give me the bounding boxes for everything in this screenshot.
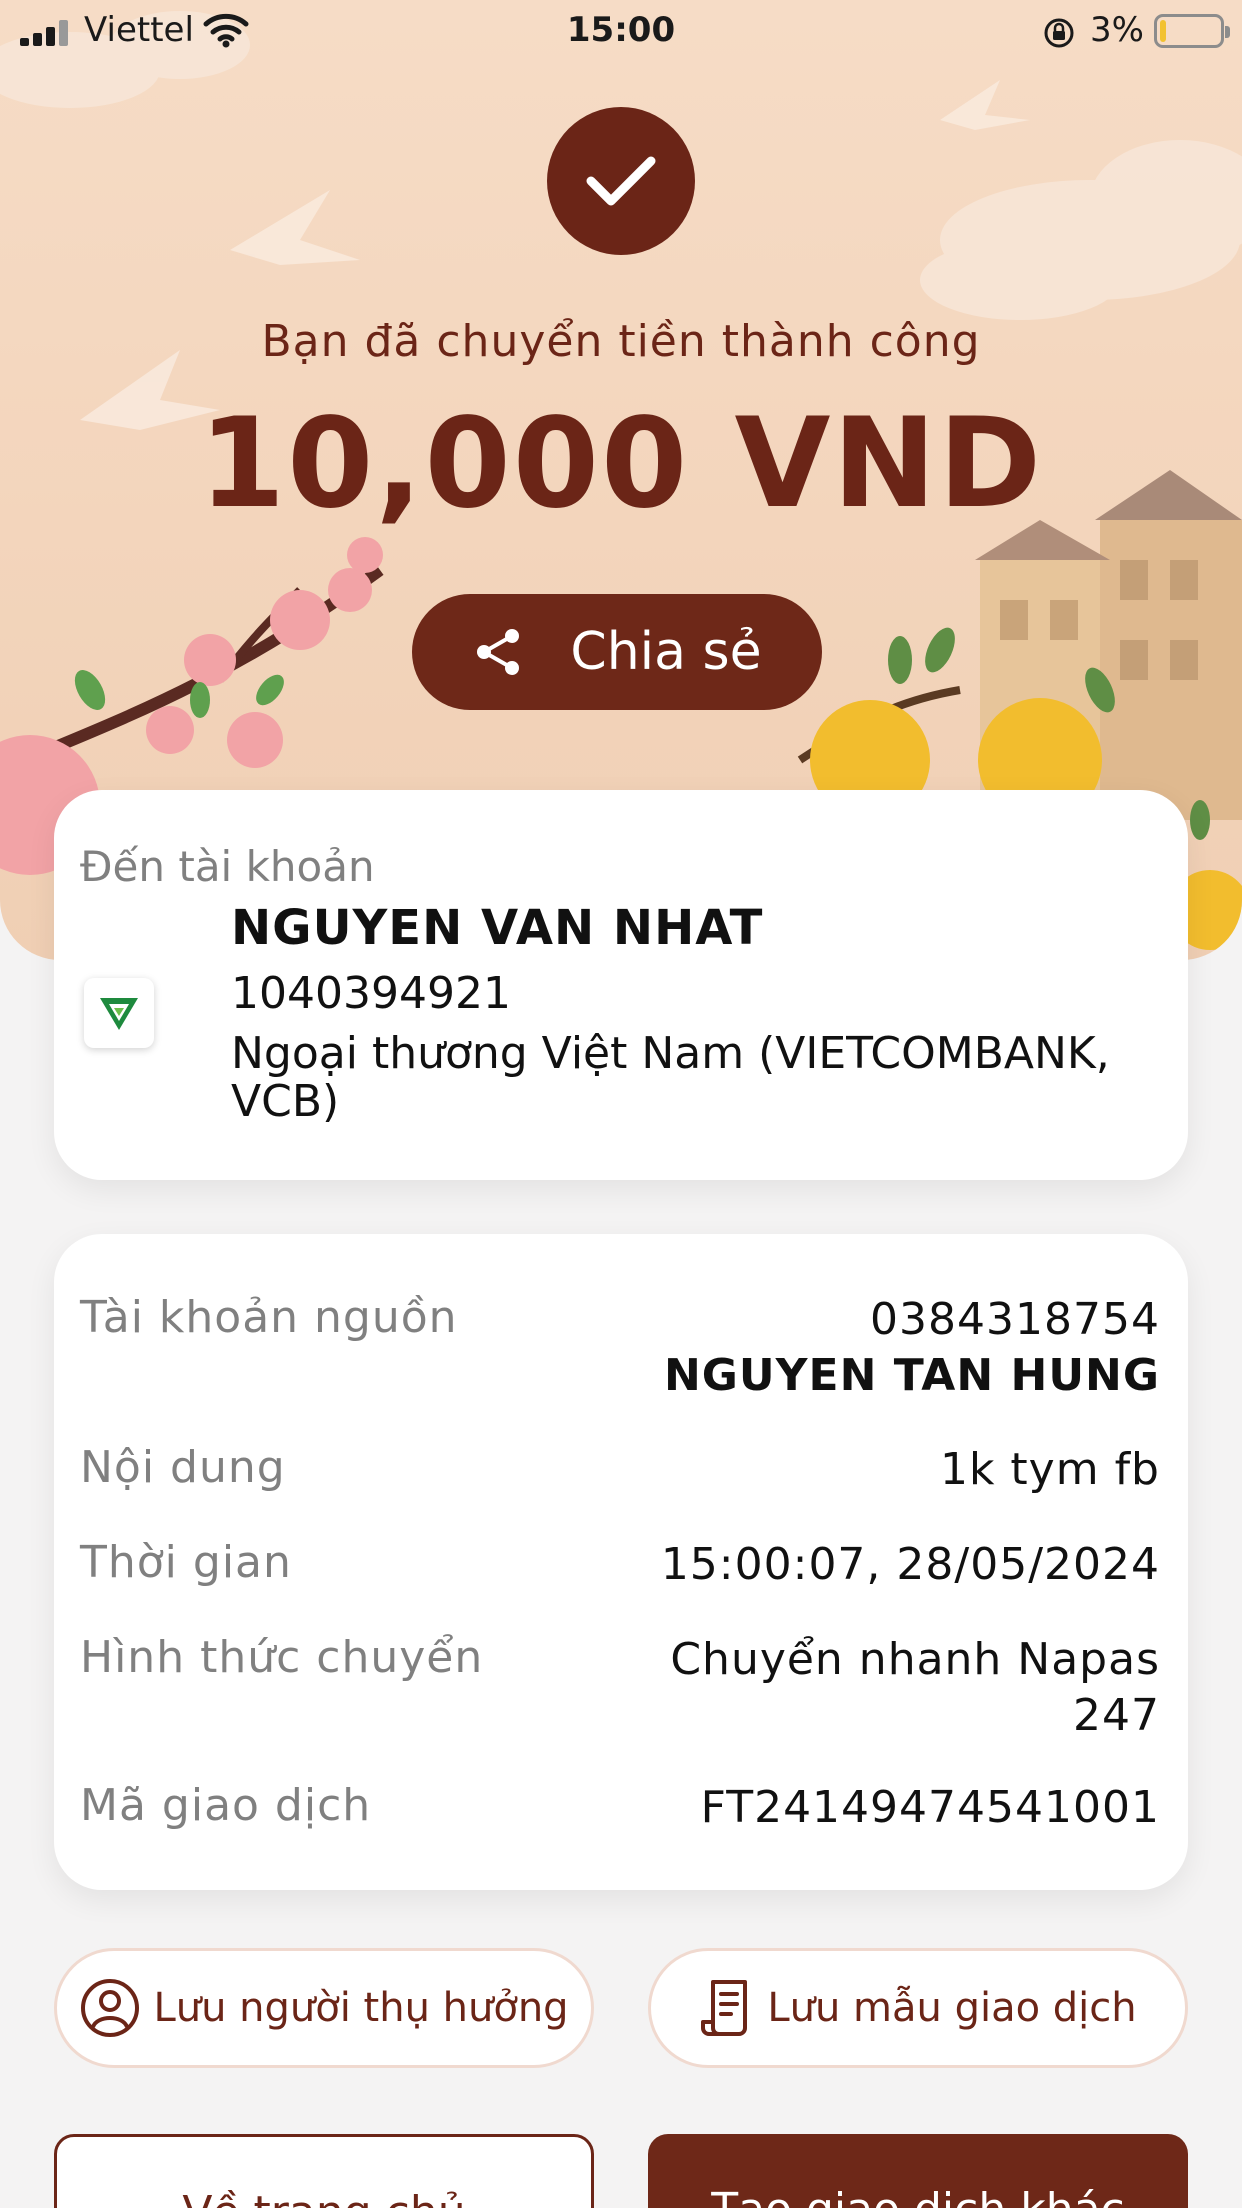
- source-label: Tài khoản nguồn: [80, 1292, 458, 1343]
- success-badge: [547, 107, 695, 255]
- method-value-line2: 247: [1073, 1690, 1160, 1741]
- transaction-details-card: Tài khoản nguồn 0384318754 NGUYEN TAN HU…: [54, 1234, 1188, 1890]
- destination-label: Đến tài khoản: [80, 842, 375, 891]
- home-button-label: Về trang chủ: [182, 2187, 465, 2208]
- vietcombank-logo: [84, 978, 154, 1048]
- time-value: 15:00:07, 28/05/2024: [660, 1539, 1160, 1590]
- transaction-id-value: FT24149474541001: [700, 1782, 1160, 1833]
- rotation-lock-icon: [1044, 18, 1074, 48]
- beneficiary-bank: Ngoại thương Việt Nam (VIETCOMBANK, VCB): [231, 1028, 1110, 1127]
- save-template-label: Lưu mẫu giao dịch: [767, 1985, 1137, 2031]
- check-icon: [586, 156, 656, 206]
- receipt-icon: [699, 1978, 755, 2038]
- save-template-button[interactable]: Lưu mẫu giao dịch: [648, 1948, 1188, 2068]
- detail-row-source: Tài khoản nguồn 0384318754 NGUYEN TAN HU…: [80, 1292, 1160, 1412]
- battery-icon: [1154, 14, 1230, 48]
- source-account: 0384318754: [870, 1294, 1160, 1345]
- success-message: Bạn đã chuyển tiền thành công: [261, 316, 981, 367]
- save-beneficiary-button[interactable]: Lưu người thụ hưởng: [54, 1948, 594, 2068]
- detail-row-content: Nội dung 1k tym fb: [80, 1442, 1160, 1502]
- beneficiary-account: 1040394921: [231, 968, 511, 1019]
- time-label: Thời gian: [80, 1537, 292, 1588]
- detail-row-time: Thời gian 15:00:07, 28/05/2024: [80, 1537, 1160, 1597]
- content-value: 1k tym fb: [939, 1444, 1160, 1495]
- destination-card: Đến tài khoản NGUYEN VAN NHAT 1040394921…: [54, 790, 1188, 1180]
- transfer-amount: 10,000 VND: [198, 392, 1044, 536]
- detail-row-method: Hình thức chuyển Chuyển nhanh Napas 247: [80, 1632, 1160, 1752]
- share-icon: [472, 626, 524, 678]
- home-button[interactable]: Về trang chủ: [54, 2134, 594, 2208]
- new-transaction-label: Tạo giao dịch khác: [711, 2184, 1125, 2208]
- save-beneficiary-label: Lưu người thụ hưởng: [153, 1985, 569, 2031]
- beneficiary-name: NGUYEN VAN NHAT: [231, 900, 764, 956]
- share-label: Chia sẻ: [570, 622, 762, 682]
- method-label: Hình thức chuyển: [80, 1632, 484, 1683]
- status-bar: Viettel 15:00 3%: [0, 0, 1242, 62]
- detail-row-transaction-id: Mã giao dịch FT24149474541001: [80, 1780, 1160, 1840]
- new-transaction-button[interactable]: Tạo giao dịch khác: [648, 2134, 1188, 2208]
- battery-percent: 3%: [1090, 10, 1144, 50]
- transaction-id-label: Mã giao dịch: [80, 1780, 372, 1831]
- source-name: NGUYEN TAN HUNG: [663, 1350, 1160, 1401]
- share-button[interactable]: Chia sẻ: [412, 594, 822, 710]
- content-label: Nội dung: [80, 1442, 286, 1493]
- method-value-line1: Chuyển nhanh Napas: [670, 1634, 1160, 1685]
- user-circle-icon: [79, 1977, 141, 2039]
